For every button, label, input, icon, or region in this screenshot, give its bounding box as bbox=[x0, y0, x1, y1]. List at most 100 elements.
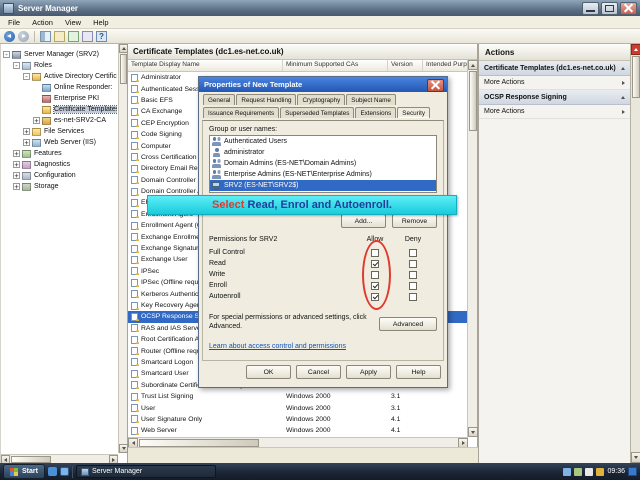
update-icon[interactable] bbox=[574, 468, 582, 476]
tree-item[interactable]: + Storage bbox=[3, 181, 117, 192]
table-row[interactable]: User Windows 2000 3.1 bbox=[128, 402, 468, 413]
tree-item[interactable]: Enterprise PKI bbox=[3, 93, 117, 104]
tree-expander-icon[interactable]: + bbox=[33, 117, 40, 124]
list-horizontal-scrollbar[interactable] bbox=[128, 437, 468, 447]
menu-item[interactable]: Action bbox=[26, 17, 59, 28]
group-list-item[interactable]: Authenticated Users bbox=[210, 136, 436, 147]
network-icon[interactable] bbox=[563, 468, 571, 476]
scrollbar-thumb[interactable] bbox=[632, 56, 640, 98]
collapse-icon[interactable] bbox=[621, 67, 625, 70]
list-vertical-scrollbar[interactable] bbox=[467, 60, 477, 437]
tree-expander-icon[interactable]: - bbox=[3, 51, 10, 58]
tree-item[interactable]: + Features bbox=[3, 148, 117, 159]
start-button[interactable]: Start bbox=[3, 464, 45, 479]
alert-icon[interactable] bbox=[596, 468, 604, 476]
show-console-tree-icon[interactable] bbox=[40, 31, 51, 42]
more-actions-item[interactable]: More Actions bbox=[479, 105, 630, 119]
collapse-icon[interactable] bbox=[621, 96, 625, 99]
quick-launch-icon[interactable] bbox=[60, 467, 69, 476]
column-header[interactable]: Template Display Name bbox=[128, 60, 283, 71]
volume-icon[interactable] bbox=[585, 468, 593, 476]
add-button[interactable]: Add... bbox=[341, 214, 386, 228]
scroll-up-button[interactable] bbox=[631, 44, 640, 55]
tree-expander-icon[interactable]: - bbox=[13, 62, 20, 69]
tree-item[interactable]: - Server Manager (SRV2) bbox=[3, 49, 117, 60]
certificate-template-icon bbox=[131, 199, 138, 207]
actions-section-title[interactable]: OCSP Response Signing bbox=[479, 90, 630, 105]
dialog-tab[interactable]: Request Handling bbox=[236, 94, 296, 105]
tree-item[interactable]: + File Services bbox=[3, 126, 117, 137]
more-actions-item[interactable]: More Actions bbox=[479, 76, 630, 90]
taskbar-clock[interactable]: 09:36 bbox=[607, 468, 625, 475]
help-icon[interactable]: ? bbox=[96, 31, 107, 42]
tree-vertical-scrollbar[interactable] bbox=[118, 44, 127, 453]
dialog-tab[interactable]: Security bbox=[397, 107, 430, 118]
column-header[interactable]: Version bbox=[388, 60, 423, 71]
window-titlebar[interactable]: Server Manager bbox=[0, 0, 640, 16]
group-list-item[interactable]: Domain Admins (ES-NET\Domain Admins) bbox=[210, 158, 436, 169]
tree-expander-icon[interactable]: + bbox=[23, 128, 30, 135]
access-control-help-link[interactable]: Learn about access control and permissio… bbox=[209, 343, 346, 350]
close-icon[interactable] bbox=[427, 79, 444, 92]
dialog-button[interactable]: Cancel bbox=[296, 365, 341, 379]
dialog-tab[interactable]: Issuance Requirements bbox=[203, 107, 279, 118]
deny-checkbox[interactable] bbox=[409, 249, 417, 257]
actions-section-title[interactable]: Certificate Templates (dc1.es-net.co.uk) bbox=[479, 61, 630, 76]
window-vertical-scrollbar[interactable] bbox=[630, 44, 640, 463]
tree-item[interactable]: - Roles bbox=[3, 60, 117, 71]
tree-expander-icon[interactable]: - bbox=[23, 73, 30, 80]
tree-expander-icon[interactable]: + bbox=[13, 150, 20, 157]
remove-button[interactable]: Remove bbox=[392, 214, 437, 228]
column-header[interactable]: Intended Purpose bbox=[423, 60, 468, 71]
group-list-item[interactable]: Enterprise Admins (ES-NET\Enterprise Adm… bbox=[210, 169, 436, 180]
group-list-item[interactable]: SRV2 (ES-NET\SRV2$) bbox=[210, 180, 436, 191]
new-window-icon[interactable] bbox=[82, 31, 93, 42]
tree-expander-icon[interactable]: + bbox=[23, 139, 30, 146]
advanced-button[interactable]: Advanced bbox=[379, 317, 437, 331]
dialog-tab[interactable]: Cryptography bbox=[297, 94, 345, 105]
menu-item[interactable]: Help bbox=[87, 17, 114, 28]
dialog-button[interactable]: OK bbox=[246, 365, 291, 379]
maximize-button[interactable] bbox=[601, 2, 618, 15]
export-list-icon[interactable] bbox=[54, 31, 65, 42]
forward-icon[interactable] bbox=[18, 31, 29, 42]
table-row[interactable]: Trust List Signing Windows 2000 3.1 bbox=[128, 391, 468, 402]
tree-horizontal-scrollbar[interactable] bbox=[1, 454, 118, 463]
table-row[interactable]: Web Server Windows 2000 4.1 bbox=[128, 425, 468, 436]
tree-expander-icon[interactable]: + bbox=[13, 161, 20, 168]
deny-checkbox[interactable] bbox=[409, 293, 417, 301]
dialog-button[interactable]: Help bbox=[396, 365, 441, 379]
menu-item[interactable]: File bbox=[2, 17, 26, 28]
tree-expander-icon[interactable]: + bbox=[13, 172, 20, 179]
deny-checkbox[interactable] bbox=[409, 260, 417, 268]
tree-item[interactable]: + Diagnostics bbox=[3, 159, 117, 170]
column-header[interactable]: Minimum Supported CAs bbox=[283, 60, 388, 71]
dialog-button[interactable]: Apply bbox=[346, 365, 391, 379]
show-desktop-icon[interactable] bbox=[628, 467, 637, 476]
dialog-tab[interactable]: Subject Name bbox=[346, 94, 396, 105]
tree-item[interactable]: + Configuration bbox=[3, 170, 117, 181]
dialog-tab[interactable]: Extensions bbox=[355, 107, 396, 118]
tree-item[interactable]: + es-net-SRV2-CA bbox=[3, 115, 117, 126]
close-button[interactable] bbox=[620, 2, 637, 15]
table-row[interactable]: User Signature Only Windows 2000 4.1 bbox=[128, 414, 468, 425]
tree-item[interactable]: - Active Directory Certificate bbox=[3, 71, 117, 82]
menu-item[interactable]: View bbox=[59, 17, 87, 28]
refresh-icon[interactable] bbox=[68, 31, 79, 42]
back-icon[interactable] bbox=[4, 31, 15, 42]
template-name: Domain Controller bbox=[141, 177, 196, 184]
dialog-tab[interactable]: General bbox=[203, 94, 235, 105]
taskbar-task-button[interactable]: Server Manager bbox=[76, 465, 216, 478]
tree-expander-icon[interactable]: + bbox=[13, 183, 20, 190]
tree-item[interactable]: Online Responder: bbox=[3, 82, 117, 93]
quick-launch-icon[interactable] bbox=[48, 467, 57, 476]
minimize-button[interactable] bbox=[582, 2, 599, 15]
tree-item[interactable]: Certificate Templates ( bbox=[3, 104, 117, 115]
dialog-titlebar[interactable]: Properties of New Template bbox=[199, 77, 447, 92]
deny-checkbox[interactable] bbox=[409, 282, 417, 290]
scroll-down-button[interactable] bbox=[631, 452, 640, 463]
deny-checkbox[interactable] bbox=[409, 271, 417, 279]
group-list-item[interactable]: administrator bbox=[210, 147, 436, 158]
dialog-tab[interactable]: Superseded Templates bbox=[280, 107, 354, 118]
tree-item[interactable]: + Web Server (IIS) bbox=[3, 137, 117, 148]
